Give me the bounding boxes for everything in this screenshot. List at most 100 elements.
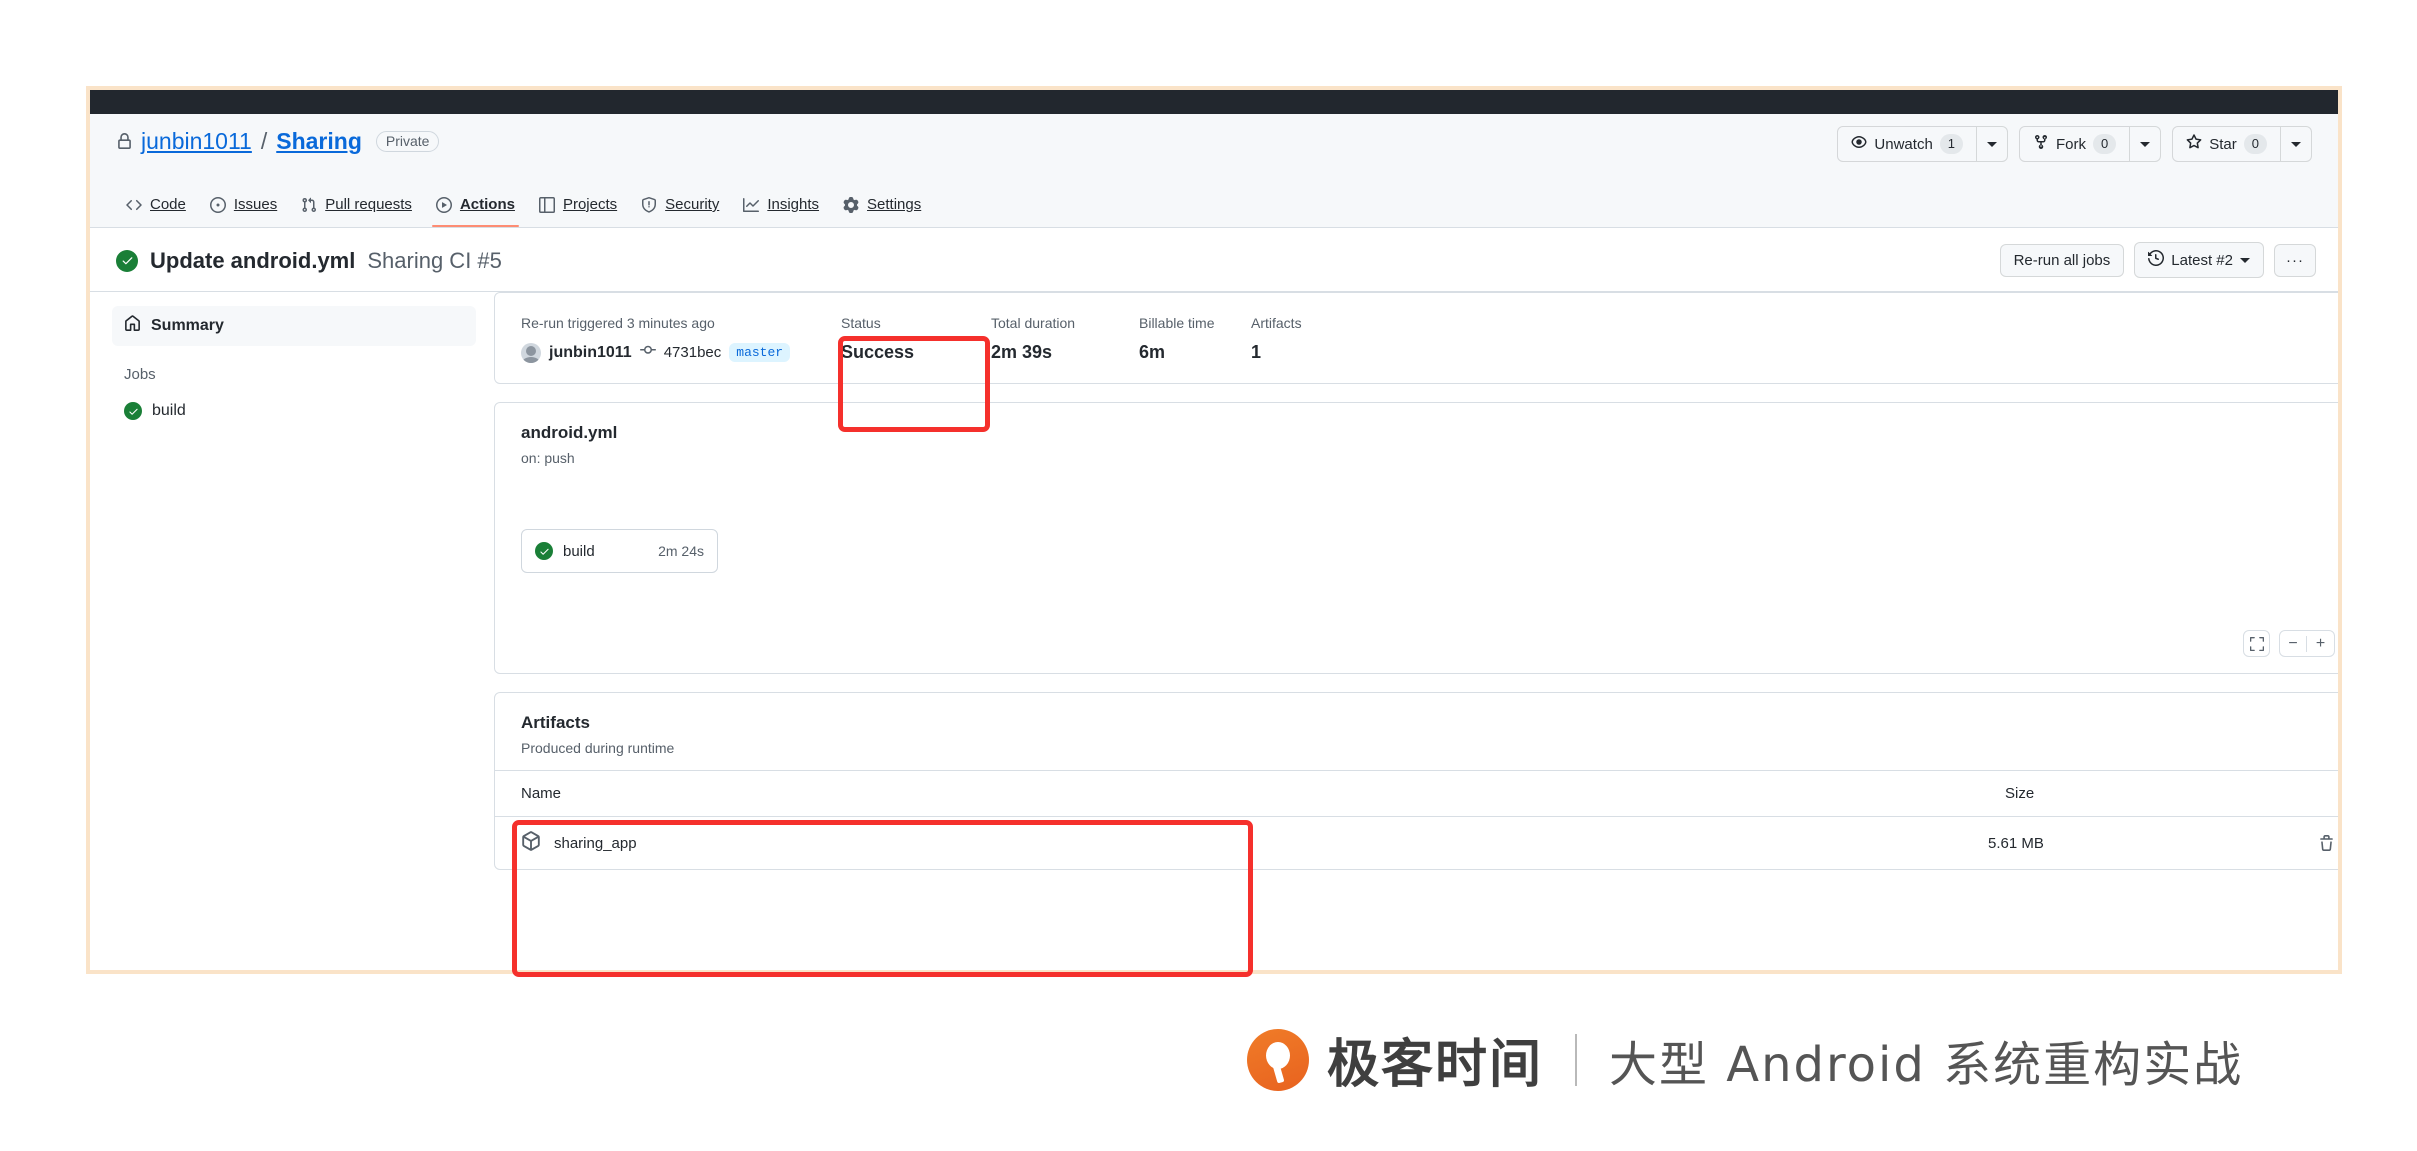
check-circle-icon xyxy=(535,542,553,560)
workflow-trigger: on: push xyxy=(521,450,575,466)
latest-attempt-button[interactable]: Latest #2 xyxy=(2134,242,2264,278)
git-commit-icon xyxy=(639,342,656,363)
history-icon xyxy=(2148,249,2165,270)
chevron-down-icon xyxy=(1987,141,1998,147)
sidebar-job-label: build xyxy=(152,402,186,419)
zoom-in-button[interactable]: + xyxy=(2307,635,2334,652)
run-action-buttons: Re-run all jobs Latest #2 ··· xyxy=(1999,242,2316,278)
nav-label-actions: Actions xyxy=(459,196,515,213)
repository-header: junbin1011 / Sharing Private Unwatch 1 F… xyxy=(90,114,2338,180)
star-dropdown-button[interactable] xyxy=(2280,126,2312,163)
fork-count: 0 xyxy=(2093,134,2117,155)
workflow-graph-card: android.yml on: push build 2m 24s − + xyxy=(494,402,2338,674)
fork-icon xyxy=(2033,134,2049,154)
check-circle-icon xyxy=(116,249,138,272)
gear-icon xyxy=(843,196,859,213)
sidebar-item-summary[interactable]: Summary xyxy=(112,306,476,346)
fit-screen-icon[interactable] xyxy=(2243,630,2270,657)
run-main: Re-run triggered 3 minutes ago junbin101… xyxy=(494,292,2338,970)
fork-dropdown-button[interactable] xyxy=(2129,126,2162,163)
visibility-badge: Private xyxy=(375,131,440,152)
column-header-size: Size xyxy=(2005,785,2035,802)
package-icon xyxy=(521,831,541,855)
run-summary-card: Re-run triggered 3 minutes ago junbin101… xyxy=(494,292,2338,384)
watch-dropdown-button[interactable] xyxy=(1976,126,2009,163)
git-pull-request-icon xyxy=(301,197,317,213)
status-label: Status xyxy=(841,315,881,331)
home-icon xyxy=(124,315,141,337)
shield-icon xyxy=(641,196,657,213)
stat-trigger: Re-run triggered 3 minutes ago junbin101… xyxy=(521,315,841,363)
run-more-options-button[interactable]: ··· xyxy=(2274,243,2316,277)
geekbang-logo-icon xyxy=(1247,1028,1309,1091)
lock-icon xyxy=(116,133,133,150)
workflow-file-name: android.yml xyxy=(521,423,618,442)
nav-item-issues[interactable]: Issues xyxy=(200,188,287,227)
nav-item-settings[interactable]: Settings xyxy=(833,188,931,227)
watch-count: 1 xyxy=(1939,134,1964,155)
stat-artifacts: Artifacts 1 xyxy=(1251,315,1312,363)
nav-item-projects[interactable]: Projects xyxy=(529,188,627,227)
nav-item-pull-requests[interactable]: Pull requests xyxy=(291,188,422,227)
graph-controls: − + xyxy=(2243,630,2335,657)
actor-name[interactable]: junbin1011 xyxy=(549,344,632,362)
commit-sha[interactable]: 4731bec xyxy=(664,344,722,361)
issue-opened-icon xyxy=(209,196,226,213)
status-value: Success xyxy=(841,342,915,362)
fork-label: Fork xyxy=(2056,135,2087,153)
check-circle-icon xyxy=(124,402,142,420)
eye-icon xyxy=(1851,134,1867,154)
star-button-group: Star 0 xyxy=(2172,126,2312,163)
artifacts-subtitle: Produced during runtime xyxy=(521,740,675,756)
branch-badge[interactable]: master xyxy=(729,343,791,362)
artifacts-count-value: 1 xyxy=(1251,342,1262,362)
github-page-body: junbin1011 / Sharing Private Unwatch 1 F… xyxy=(90,114,2338,970)
sidebar-item-job-build[interactable]: build xyxy=(112,393,476,429)
table-icon xyxy=(538,196,555,213)
run-content: Summary Jobs build Re-run triggered 3 mi… xyxy=(90,292,2338,970)
chevron-down-icon xyxy=(2240,257,2250,263)
star-button[interactable]: Star 0 xyxy=(2172,126,2280,163)
run-title-text: Update android.yml xyxy=(150,247,356,273)
star-count: 0 xyxy=(2243,134,2267,155)
trash-icon[interactable] xyxy=(2318,834,2335,852)
nav-label-settings: Settings xyxy=(867,196,922,213)
artifacts-title: Artifacts xyxy=(521,713,590,732)
watermark-divider xyxy=(1575,1033,1578,1086)
stat-status: Status Success xyxy=(841,315,991,363)
workflow-job-duration: 2m 24s xyxy=(658,543,704,559)
artifact-name[interactable]: sharing_app xyxy=(554,835,637,852)
sidebar-jobs-label: Jobs xyxy=(124,366,156,383)
run-subtitle-text: Sharing CI #5 xyxy=(367,247,502,273)
billable-label: Billable time xyxy=(1139,315,1215,331)
artifacts-header: Artifacts Produced during runtime xyxy=(495,693,2338,770)
github-global-header-bar xyxy=(90,90,2338,114)
table-row[interactable]: sharing_app 5.61 MB xyxy=(495,817,2338,869)
stat-duration: Total duration 2m 39s xyxy=(991,315,1139,363)
sidebar-summary-label: Summary xyxy=(151,317,224,334)
nav-label-security: Security xyxy=(665,196,720,213)
nav-item-code[interactable]: Code xyxy=(116,188,196,227)
graph-icon xyxy=(743,197,760,213)
watermark: 极客时间 大型 Android 系统重构实战 xyxy=(1247,1022,2243,1097)
nav-item-security[interactable]: Security xyxy=(631,188,729,227)
repo-owner-link[interactable]: junbin1011 xyxy=(141,130,252,153)
nav-item-actions[interactable]: Actions xyxy=(426,188,525,227)
watch-button-group: Unwatch 1 xyxy=(1837,126,2009,163)
duration-value: 2m 39s xyxy=(991,342,1053,362)
zoom-out-button[interactable]: − xyxy=(2280,635,2308,652)
artifacts-card: Artifacts Produced during runtime Name S… xyxy=(494,692,2338,870)
star-icon xyxy=(2186,134,2202,154)
unwatch-button[interactable]: Unwatch 1 xyxy=(1837,126,1977,163)
nav-item-insights[interactable]: Insights xyxy=(733,188,829,227)
code-icon xyxy=(126,197,142,213)
workflow-job-node[interactable]: build 2m 24s xyxy=(521,529,718,573)
chevron-down-icon xyxy=(2291,141,2301,147)
rerun-all-jobs-button[interactable]: Re-run all jobs xyxy=(1999,243,2125,277)
artifact-name-cell: sharing_app xyxy=(521,831,1988,855)
fork-button[interactable]: Fork 0 xyxy=(2019,126,2130,163)
repo-name-link[interactable]: Sharing xyxy=(276,130,362,153)
workflow-job-name: build xyxy=(563,542,595,560)
artifacts-table-header: Name Size xyxy=(495,771,2338,817)
play-icon xyxy=(435,196,452,213)
